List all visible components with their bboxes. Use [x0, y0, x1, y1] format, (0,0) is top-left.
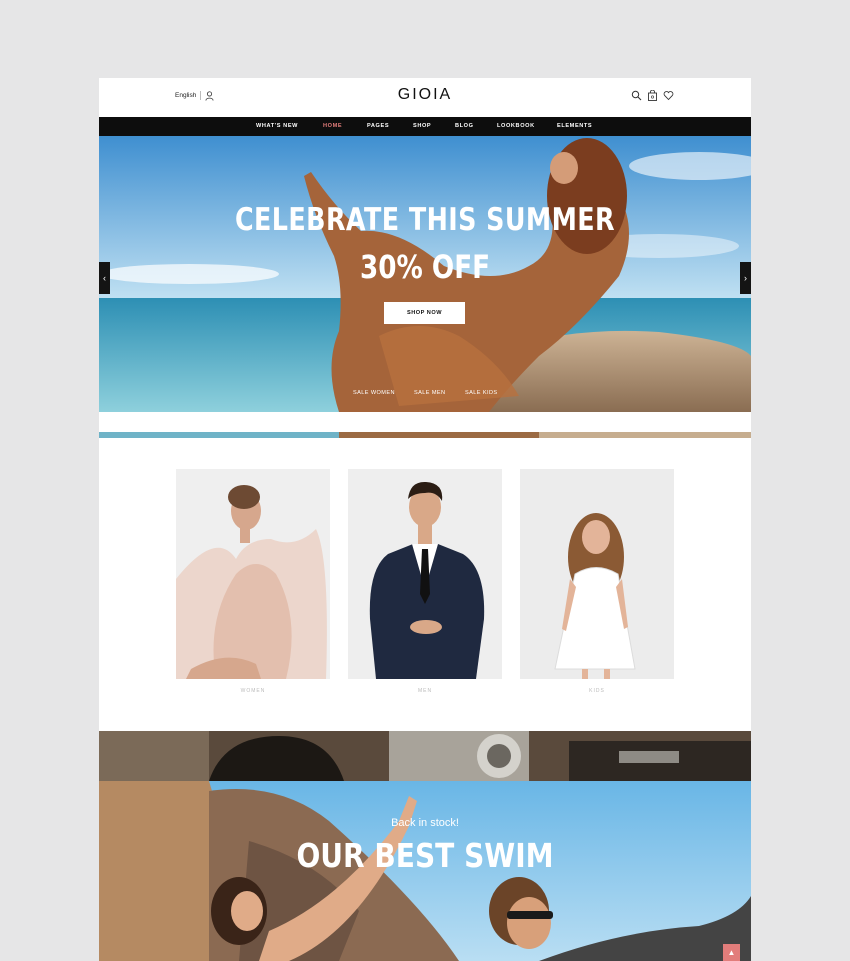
nav-item-lookbook[interactable]: LOOKBOOK [497, 123, 535, 129]
nav-item-whats-new[interactable]: WHAT'S NEW [256, 123, 298, 129]
hero-slider: CELEBRATE THIS SUMMER 30% OFF SHOP NOW ‹… [99, 136, 751, 412]
link-sale-women[interactable]: SALE WOMEN [353, 390, 395, 396]
image-strip [99, 432, 751, 438]
photo-band [99, 731, 751, 781]
category-men[interactable] [348, 469, 502, 679]
wishlist-icon[interactable] [663, 90, 674, 101]
link-sale-kids[interactable]: SALE KIDS [465, 390, 498, 396]
site-header: English GIOIA [99, 78, 751, 117]
category-kids-label[interactable]: KIDS [520, 688, 674, 694]
search-icon[interactable] [631, 90, 642, 101]
women-image [176, 469, 330, 679]
men-image [348, 469, 502, 679]
browser-page: English GIOIA WHAT'S NEW HOME PAGES SHOP… [99, 78, 751, 961]
arrow-up-icon[interactable]: ▲ [723, 944, 740, 961]
category-women[interactable] [176, 469, 330, 679]
category-women-label[interactable]: WOMEN [176, 688, 330, 694]
swim-pretitle: Back in stock! [391, 817, 459, 829]
main-navigation: WHAT'S NEW HOME PAGES SHOP BLOG LOOKBOOK… [99, 117, 751, 136]
hero-subtitle: 30% OFF [359, 248, 491, 286]
swim-title: OUR BEST SWIM [296, 836, 554, 875]
nav-item-home[interactable]: HOME [323, 123, 342, 129]
category-men-label[interactable]: MEN [348, 688, 502, 694]
shop-now-button[interactable]: SHOP NOW [384, 302, 465, 324]
hero-title: CELEBRATE THIS SUMMER [234, 202, 616, 238]
category-kids[interactable] [520, 469, 674, 679]
nav-item-blog[interactable]: BLOG [455, 123, 474, 129]
arrow-left-icon[interactable]: ‹ [99, 262, 110, 294]
nav-item-pages[interactable]: PAGES [367, 123, 389, 129]
nav-item-shop[interactable]: SHOP [413, 123, 431, 129]
nav-item-elements[interactable]: ELEMENTS [557, 123, 592, 129]
link-sale-men[interactable]: SALE MEN [414, 390, 446, 396]
kids-image [520, 469, 674, 679]
bag-icon[interactable] [647, 90, 658, 101]
swim-promo-banner: Back in stock! OUR BEST SWIM ▲ [99, 781, 751, 961]
arrow-right-icon[interactable]: › [740, 262, 751, 294]
